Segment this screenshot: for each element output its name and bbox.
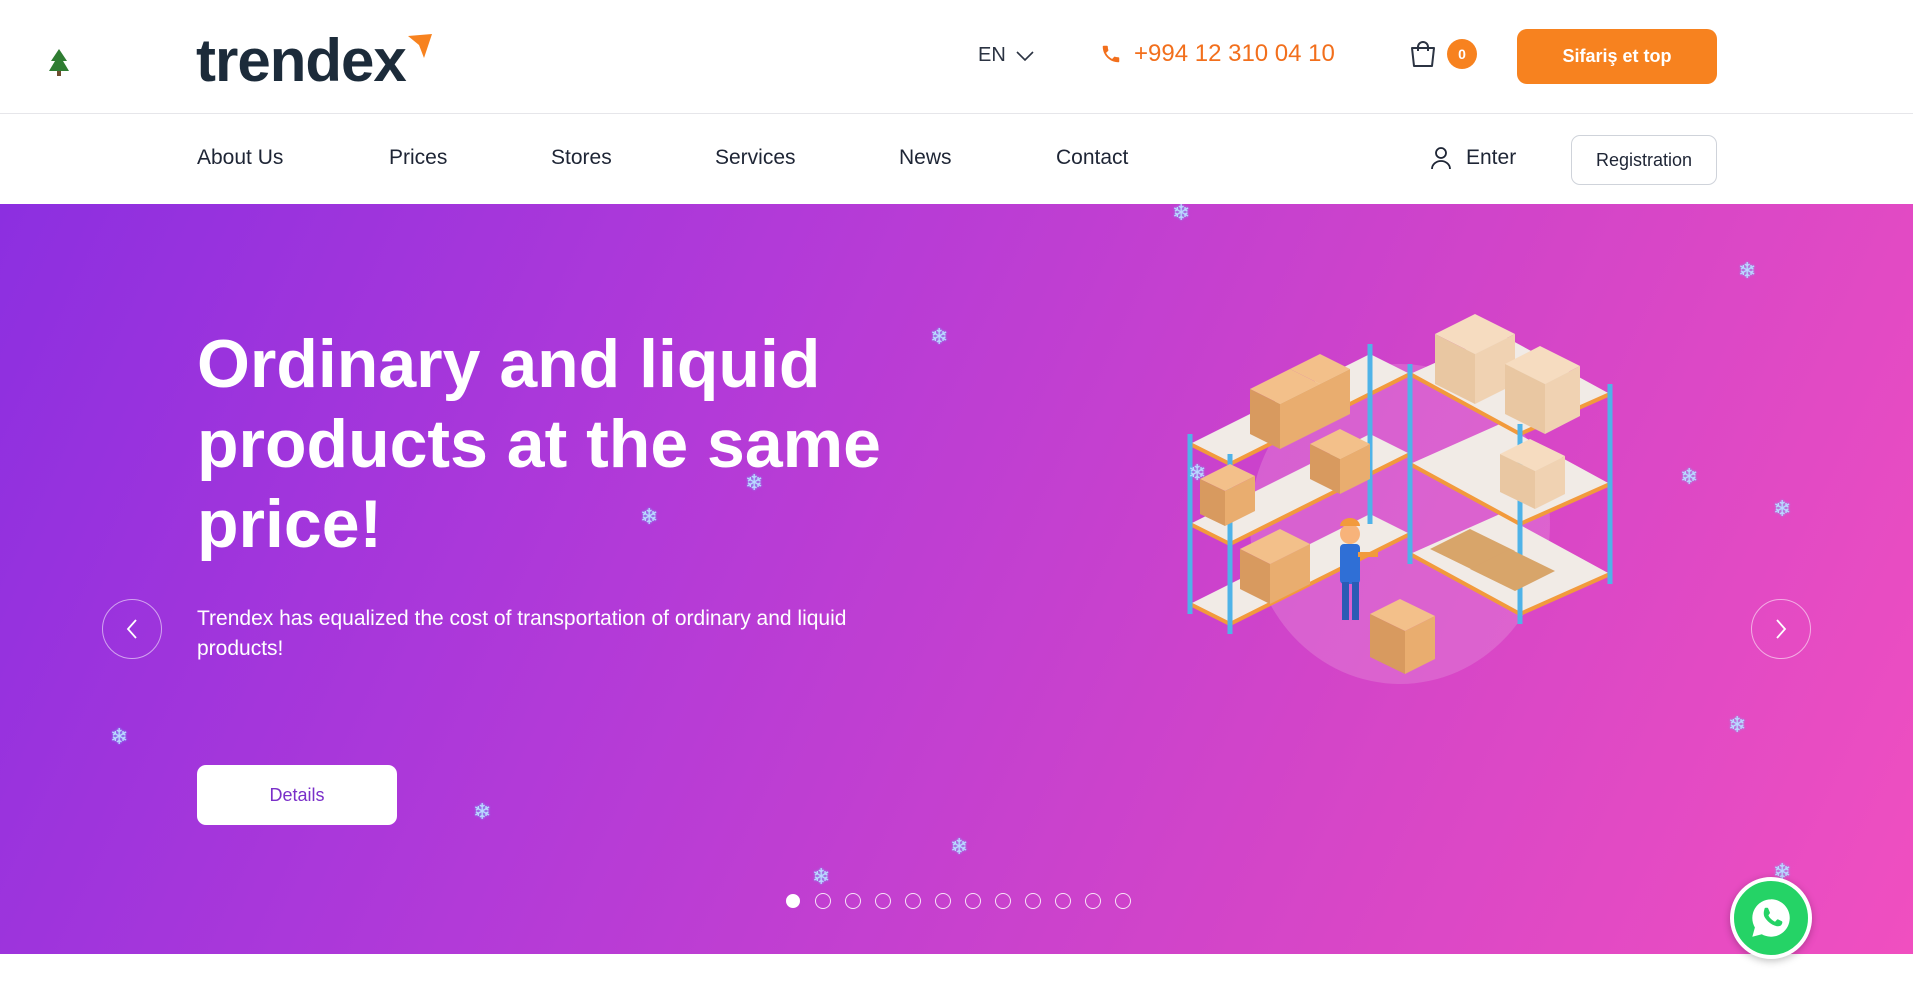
hero-subtitle: Trendex has equalized the cost of transp… [197,607,847,660]
logo-text: trendex [196,27,407,94]
next-section [0,954,1913,990]
login-label: Enter [1466,146,1517,169]
login-link[interactable]: Enter [1430,146,1516,170]
slider-dot-8[interactable] [995,893,1011,909]
snowflake-icon: ❄ [473,799,492,824]
whatsapp-button[interactable] [1730,877,1812,959]
slider-dot-1[interactable] [786,894,800,908]
nav-item-news[interactable]: News [899,146,952,170]
snowflake-icon: ❄ [1738,258,1757,283]
slider-dot-6[interactable] [935,893,951,909]
nav-item-contact[interactable]: Contact [1056,146,1128,170]
arrow-left-icon [126,619,137,639]
nav-item-services[interactable]: Services [715,146,796,170]
slider-next-button[interactable] [1751,599,1811,659]
snowflake-icon: ❄ [950,834,969,859]
slider-dot-9[interactable] [1025,893,1041,909]
slider-pagination [785,893,1131,909]
registration-button[interactable]: Registration [1571,135,1717,185]
hero-slider: Ordinary and liquid products at the same… [0,204,1913,954]
language-label: EN [978,44,1006,66]
phone-link[interactable]: +994 12 310 04 10 [1100,40,1335,68]
slider-dot-12[interactable] [1115,893,1131,909]
chevron-down-icon [1016,50,1034,61]
user-icon [1431,147,1451,170]
nav-item-prices[interactable]: Prices [389,146,447,170]
nav-item-stores[interactable]: Stores [551,146,612,170]
logo[interactable]: trendex [196,26,434,96]
order-button[interactable]: Sifariş et top [1517,29,1717,84]
top-bar: trendex EN +994 12 310 04 10 0 Sifariş e… [0,0,1913,114]
slider-dot-3[interactable] [845,893,861,909]
snowflake-icon: ❄ [1172,204,1191,225]
details-button[interactable]: Details [197,765,397,825]
warehouse-illustration [1187,314,1613,684]
slider-dot-4[interactable] [875,893,891,909]
slider-dot-5[interactable] [905,893,921,909]
slider-dot-7[interactable] [965,893,981,909]
arrow-right-icon [1776,619,1787,639]
slider-dot-11[interactable] [1085,893,1101,909]
logo-mark-icon [407,34,432,58]
tree-icon [49,49,69,76]
language-selector[interactable]: EN [978,44,1034,67]
slider-prev-button[interactable] [102,599,162,659]
snowflake-icon: ❄ [812,864,831,889]
phone-icon [1102,45,1120,63]
cart-icon [1411,41,1435,67]
cart-button[interactable]: 0 [1407,38,1477,70]
slider-dot-10[interactable] [1055,893,1071,909]
snowflake-icon: ❄ [1773,496,1792,521]
cart-count-badge: 0 [1447,39,1477,69]
snowflake-icon: ❄ [1680,464,1699,489]
slider-dot-2[interactable] [815,893,831,909]
snowflake-icon: ❄ [110,724,129,749]
snowflake-icon: ❄ [930,324,949,349]
snowflake-icon: ❄ [1728,712,1747,737]
nav-item-about-us[interactable]: About Us [197,146,283,170]
whatsapp-icon [1752,899,1790,937]
hero-title: Ordinary and liquid products at the same… [197,326,881,562]
phone-number: +994 12 310 04 10 [1134,40,1335,67]
